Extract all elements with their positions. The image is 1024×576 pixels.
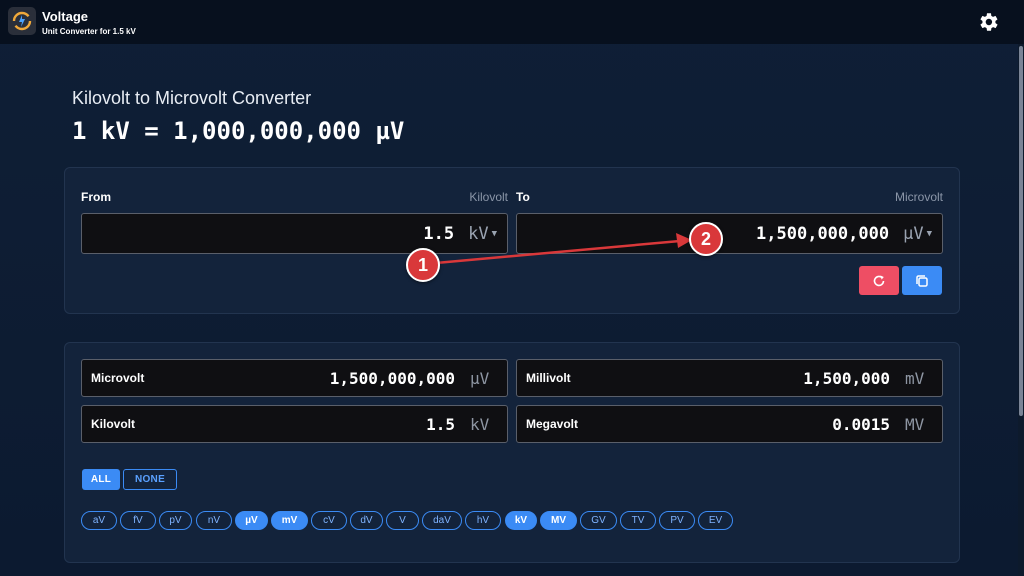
from-unit-select[interactable]: kV <box>468 224 488 244</box>
result-unit-name: Megavolt <box>526 417 579 431</box>
app-title: Voltage <box>42 9 88 24</box>
result-value[interactable]: 1,500,000,000 <box>330 369 455 388</box>
top-bar: Voltage Unit Converter for 1.5 kV <box>0 0 1024 44</box>
from-unit-name: Kilovolt <box>469 190 508 204</box>
result-unit-symbol: µV <box>470 369 490 388</box>
to-value-input[interactable]: 1,500,000,000 µV ▼ <box>516 213 943 254</box>
result-unit-name: Millivolt <box>526 371 571 385</box>
result-unit-name: Microvolt <box>91 371 145 385</box>
chevron-down-icon[interactable]: ▼ <box>492 229 497 239</box>
page-heading: Kilovolt to Microvolt Converter <box>72 88 312 108</box>
unit-chip-kv[interactable]: kV <box>505 511 537 530</box>
scrollbar-thumb[interactable] <box>1019 46 1023 416</box>
result-row[interactable]: Kilovolt 1.5 kV <box>81 405 508 443</box>
app-subtitle: Unit Converter for 1.5 kV <box>42 27 136 36</box>
unit-chip-gv[interactable]: GV <box>580 511 617 530</box>
unit-chip-uv[interactable]: µV <box>235 511 268 530</box>
unit-chip-ev[interactable]: EV <box>698 511 733 530</box>
result-unit-symbol: kV <box>470 415 490 434</box>
annotation-badge-2: 2 <box>689 222 723 256</box>
copy-icon <box>916 274 928 287</box>
to-unit-name: Microvolt <box>894 190 943 204</box>
select-all-button[interactable]: ALL <box>82 469 120 490</box>
unit-chip-av[interactable]: aV <box>81 511 117 530</box>
unit-chip-petav[interactable]: PV <box>659 511 695 530</box>
result-value[interactable]: 0.0015 <box>832 415 890 434</box>
unit-chip-hv[interactable]: hV <box>465 511 501 530</box>
result-row[interactable]: Millivolt 1,500,000 mV <box>516 359 943 397</box>
result-value[interactable]: 1.5 <box>426 415 455 434</box>
gear-icon[interactable] <box>976 10 1000 34</box>
result-row[interactable]: Megavolt 0.0015 MV <box>516 405 943 443</box>
unit-chip-mv[interactable]: mV <box>271 511 308 530</box>
result-unit-symbol: mV <box>905 369 925 388</box>
conversion-equation: 1 kV = 1,000,000,000 µV <box>72 117 405 145</box>
annotation-badge-1: 1 <box>406 248 440 282</box>
unit-chip-v[interactable]: V <box>386 511 419 530</box>
result-unit-name: Kilovolt <box>91 417 135 431</box>
reset-button[interactable] <box>859 266 899 295</box>
reset-icon <box>873 275 885 286</box>
to-label: To <box>516 190 530 204</box>
to-value: 1,500,000,000 <box>756 223 890 244</box>
to-unit-select[interactable]: µV <box>903 224 923 244</box>
unit-chip-megav[interactable]: MV <box>540 511 577 530</box>
unit-chip-dv[interactable]: dV <box>350 511 383 530</box>
copy-button[interactable] <box>902 266 942 295</box>
result-row[interactable]: Microvolt 1,500,000,000 µV <box>81 359 508 397</box>
result-unit-symbol: MV <box>905 415 925 434</box>
unit-chip-cv[interactable]: cV <box>311 511 347 530</box>
voltage-convert-logo <box>8 7 36 35</box>
unit-chip-tv[interactable]: TV <box>620 511 656 530</box>
from-label: From <box>81 190 111 204</box>
unit-chip-nv[interactable]: nV <box>196 511 232 530</box>
result-value[interactable]: 1,500,000 <box>803 369 890 388</box>
unit-chip-fv[interactable]: fV <box>120 511 156 530</box>
unit-chip-pv[interactable]: pV <box>159 511 192 530</box>
chevron-down-icon[interactable]: ▼ <box>927 229 932 239</box>
unit-chip-dav[interactable]: daV <box>422 511 462 530</box>
from-value-input[interactable]: 1.5 kV ▼ <box>81 213 508 254</box>
select-none-button[interactable]: NONE <box>123 469 177 490</box>
from-value: 1.5 <box>423 223 455 244</box>
